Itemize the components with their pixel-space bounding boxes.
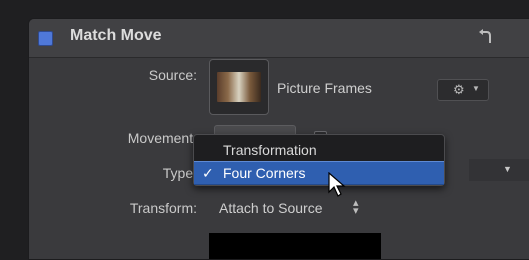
source-name: Picture Frames xyxy=(277,80,372,96)
source-thumbnail-well[interactable] xyxy=(209,59,269,115)
transform-label: Transform: xyxy=(129,200,197,216)
reset-arrow-icon[interactable] xyxy=(477,28,493,46)
menu-item-transformation[interactable]: Transformation xyxy=(194,139,444,161)
preview-well xyxy=(209,233,381,259)
type-popup-caret[interactable]: ▼ xyxy=(469,159,529,181)
type-dropdown-menu: Transformation ✓ Four Corners xyxy=(193,134,445,186)
panel-title: Match Move xyxy=(70,27,162,44)
chevron-down-icon: ▼ xyxy=(472,84,480,93)
panel-header: Match Move xyxy=(29,19,529,58)
checkmark-icon: ✓ xyxy=(202,165,214,181)
gear-icon: ⚙ xyxy=(453,82,465,97)
transform-popup-value[interactable]: Attach to Source xyxy=(219,200,323,216)
menu-item-four-corners[interactable]: ✓ Four Corners xyxy=(194,161,444,185)
enable-checkbox[interactable] xyxy=(38,31,53,46)
chevron-down-icon: ▼ xyxy=(503,164,512,174)
gear-menu-button[interactable]: ⚙ ▼ xyxy=(437,79,489,101)
type-label: Type: xyxy=(162,165,197,181)
source-label: Source: xyxy=(148,67,197,83)
source-thumbnail-image xyxy=(217,72,261,102)
updown-arrows-icon[interactable]: ▴ ▾ xyxy=(353,198,359,217)
mouse-pointer-icon xyxy=(328,172,346,197)
movement-label: Movement: xyxy=(127,130,197,146)
